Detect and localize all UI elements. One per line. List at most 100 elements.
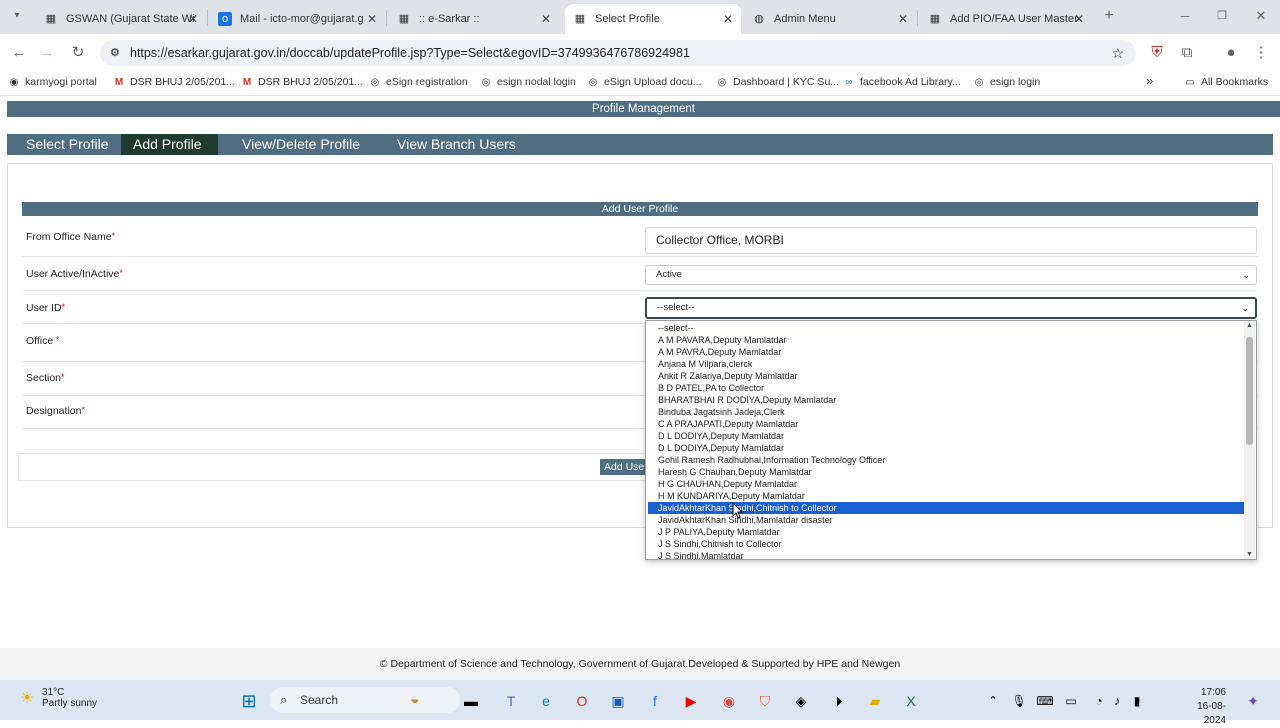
menu-view-branch-users[interactable]: View Branch Users: [385, 134, 525, 155]
profile-avatar-icon[interactable]: ●: [1220, 42, 1242, 64]
windows-start-icon[interactable]: ⊞: [238, 690, 260, 712]
user-id-select[interactable]: --select-- ⌄: [645, 297, 1257, 319]
bookmark-item[interactable]: ◎ esign login: [973, 76, 1041, 88]
site-info-icon[interactable]: ⚙: [110, 40, 120, 66]
dropdown-scrollbar[interactable]: ▲ ▼: [1244, 321, 1255, 559]
close-icon[interactable]: ✕: [188, 12, 198, 26]
tab-add-pio[interactable]: ▦ Add PIO/FAA User Master ✕: [920, 4, 1092, 34]
opera-icon[interactable]: O: [571, 690, 593, 712]
weather-icon[interactable]: ☀: [16, 688, 38, 710]
form-title: Add User Profile: [22, 202, 1258, 216]
taskbar-search[interactable]: ⌕ Search ◒: [270, 687, 460, 713]
volume-icon[interactable]: ♪: [1106, 690, 1128, 712]
bookmark-item[interactable]: M DSR BHUJ 2/05/201...: [241, 76, 363, 88]
weather-widget[interactable]: 31°C Partly sunny: [42, 687, 97, 709]
esign-icon: ◎: [481, 77, 491, 88]
tab-admin-menu[interactable]: ◍ Admin Menu ✕: [744, 4, 916, 34]
dropdown-option[interactable]: D L DODIYA,Deputy Mamlatdar: [648, 442, 1244, 454]
browser-menu-icon[interactable]: ⋮: [1250, 42, 1272, 64]
dropdown-option[interactable]: H G CHAUHAN,Deputy Mamlatdar: [648, 478, 1244, 490]
bookmark-item[interactable]: ◎ Dashboard | KYC Su...: [716, 76, 839, 88]
copilot-icon[interactable]: ✦: [1242, 690, 1264, 712]
bookmark-item[interactable]: ◎ eSign Upload docu...: [587, 76, 702, 88]
bookmark-favicon-icon: ◉: [9, 77, 19, 88]
from-office-field[interactable]: Collector Office, MORBI: [645, 227, 1257, 254]
scroll-down-icon[interactable]: ▼: [1246, 551, 1253, 558]
close-icon[interactable]: ✕: [367, 12, 377, 26]
close-icon[interactable]: ✕: [1074, 12, 1084, 26]
dropdown-option[interactable]: H M KUNDARIYA,Deputy Mamlatdar: [648, 490, 1244, 502]
menu-view-delete-profile[interactable]: View/Delete Profile: [230, 134, 370, 155]
tab-gswan[interactable]: ▦ GSWAN (Gujarat State Wi ✕: [36, 4, 206, 34]
menu-add-profile[interactable]: Add Profile: [121, 134, 218, 155]
more-bookmarks-icon[interactable]: »: [1146, 73, 1153, 88]
dropdown-option[interactable]: J P PALIYA,Deputy Mamlatdar: [648, 526, 1244, 538]
window-close-icon[interactable]: ✕: [1250, 5, 1272, 27]
taskbar-clock[interactable]: 17:06 16-08-2024: [1184, 686, 1226, 728]
brave-icon[interactable]: ⛉: [754, 690, 776, 712]
excel-icon[interactable]: X: [900, 690, 922, 712]
new-tab-icon[interactable]: +: [1098, 5, 1120, 27]
dropdown-option[interactable]: Gohil Ramesh Radhubhai,Information Techn…: [648, 454, 1244, 466]
reload-icon[interactable]: ↻: [67, 42, 89, 64]
tab-list-dropdown-icon[interactable]: ▾: [6, 5, 28, 27]
dropdown-option[interactable]: A M PAVRA,Deputy Mamlatdar: [648, 346, 1244, 358]
facebook-icon[interactable]: f: [644, 690, 666, 712]
keyboard-icon[interactable]: ⌨: [1034, 690, 1056, 712]
all-bookmarks-button[interactable]: ▭ All Bookmarks: [1184, 76, 1268, 88]
menu-select-profile[interactable]: Select Profile: [14, 134, 122, 155]
dropdown-option[interactable]: D L DODIYA,Deputy Mamlatdar: [648, 430, 1244, 442]
dropdown-option[interactable]: Haresh G Chauhan,Deputy Mamlatdar: [648, 466, 1244, 478]
bookmark-item[interactable]: M DSR BHUJ 2/05/201...: [113, 76, 235, 88]
restore-icon[interactable]: ❐: [1211, 5, 1233, 27]
tab-title: :: e-Sarkar ::: [419, 13, 480, 25]
teams-icon[interactable]: T: [500, 690, 522, 712]
scrollbar-thumb[interactable]: [1246, 337, 1253, 445]
file-explorer-icon[interactable]: ▰: [864, 690, 886, 712]
browser-tab-bar: ▾ ▦ GSWAN (Gujarat State Wi ✕ o Mail - i…: [0, 0, 1280, 34]
close-icon[interactable]: ✕: [541, 12, 551, 26]
bookmark-item[interactable]: ◎ esign nodal login: [480, 76, 576, 88]
dropdown-option[interactable]: --select--: [648, 322, 1244, 334]
chrome-icon[interactable]: ◉: [718, 690, 740, 712]
display-icon[interactable]: ▭: [1060, 690, 1082, 712]
close-icon[interactable]: ✕: [723, 12, 733, 26]
scroll-up-icon[interactable]: ▲: [1246, 322, 1253, 329]
user-active-select[interactable]: Active ⌄: [645, 265, 1257, 285]
media-player-icon[interactable]: ⏵: [828, 690, 850, 712]
battery-icon[interactable]: ▮: [1126, 690, 1148, 712]
dropdown-option[interactable]: J S Sindhi,Chitnish to Collector: [648, 538, 1244, 550]
task-view-icon[interactable]: ▬: [460, 690, 482, 712]
bookmark-item[interactable]: ∞ facebook Ad Library...: [843, 76, 960, 88]
dropdown-option[interactable]: Anjana M Vilpara,clerck: [648, 358, 1244, 370]
youtube-icon[interactable]: ▶: [680, 690, 702, 712]
dropdown-option[interactable]: A M PAVARA,Deputy Mamlatdar: [648, 334, 1244, 346]
store-icon[interactable]: ▣: [607, 690, 629, 712]
minimize-icon[interactable]: ─: [1174, 5, 1196, 27]
add-user-button[interactable]: Add User: [600, 459, 648, 475]
tab-select-profile[interactable]: ▦ Select Profile ✕: [565, 4, 741, 34]
user-active-label: User Active/InActive*: [26, 268, 123, 280]
dropdown-option[interactable]: BHARATBHAI R DODIYA,Deputy Mamlatdar: [648, 394, 1244, 406]
dropdown-option[interactable]: Binduba Jagatsinh Jadeja,Clerk: [648, 406, 1244, 418]
app-icon[interactable]: ◈: [790, 690, 812, 712]
tab-esarkar[interactable]: ▦ :: e-Sarkar :: ✕: [389, 4, 559, 34]
bookmark-star-icon[interactable]: ☆: [1111, 40, 1124, 66]
bookmark-item[interactable]: ◉ karmyogi portal: [8, 76, 97, 88]
dropdown-option[interactable]: B D PATEL,PA to Collector: [648, 382, 1244, 394]
dropdown-option[interactable]: C A PRAJAPATI,Deputy Mamlatdar: [648, 418, 1244, 430]
profile-menu-bar: Select Profile Add Profile View/Delete P…: [7, 134, 1273, 155]
forward-icon[interactable]: →: [36, 42, 58, 64]
microphone-icon[interactable]: 🎙: [1008, 690, 1030, 712]
close-icon[interactable]: ✕: [898, 12, 908, 26]
dropdown-option[interactable]: J S Sindhi,Mamlatdar: [648, 550, 1244, 559]
edge-icon[interactable]: e: [535, 690, 557, 712]
tab-mail[interactable]: o Mail - icto-mor@gujarat.g ✕: [210, 4, 385, 34]
show-hidden-icons-icon[interactable]: ⌃: [982, 690, 1004, 712]
bookmark-item[interactable]: ◎ eSign registration: [369, 76, 468, 88]
dropdown-option[interactable]: Ankit R Zalariya,Deputy Mamlatdar: [648, 370, 1244, 382]
url-field[interactable]: ⚙ https://esarkar.gujarat.gov.in/doccab/…: [100, 40, 1136, 66]
extensions-icon[interactable]: ⧉: [1176, 42, 1198, 64]
ublock-shield-icon[interactable]: ⛨: [1146, 42, 1168, 64]
back-icon[interactable]: ←: [8, 42, 30, 64]
